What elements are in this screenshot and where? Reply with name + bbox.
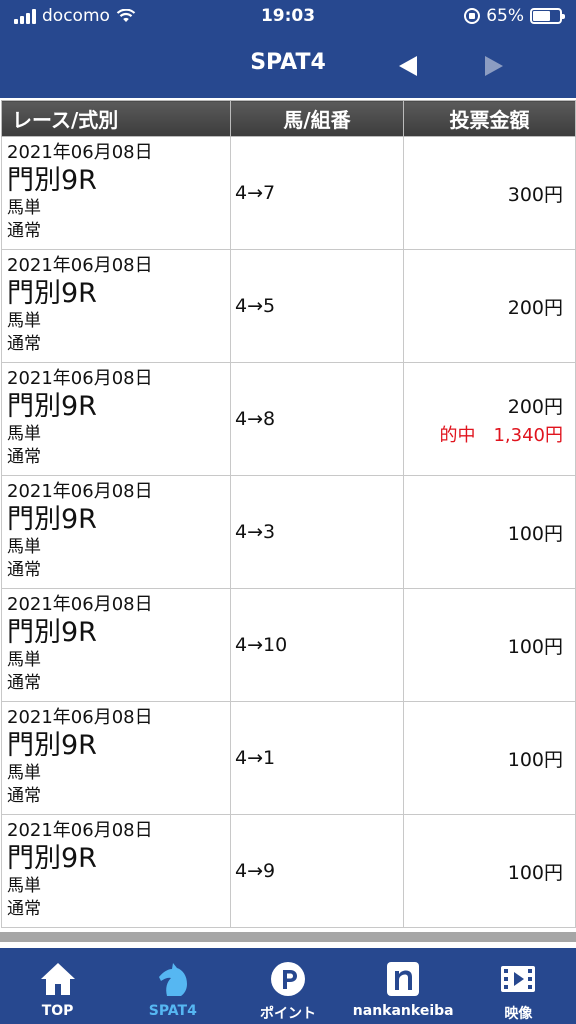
combo-cell: 4→10 (230, 588, 404, 702)
race-name: 門別9R (7, 617, 97, 648)
bet-mode: 通常 (7, 447, 41, 467)
tab-spat4[interactable]: SPAT4 (115, 948, 230, 1024)
race-date: 2021年06月08日 (7, 820, 153, 841)
bet-type: 馬単 (7, 537, 41, 557)
amount-cell: 100円 (403, 814, 576, 928)
horse-icon (158, 963, 187, 996)
race-cell: 2021年06月08日 門別9R 馬単通常 (1, 249, 231, 363)
tab-video[interactable]: 映像 (461, 948, 576, 1024)
combo-cell: 4→9 (230, 814, 404, 928)
combo-cell: 4→3 (230, 475, 404, 589)
amount-cell: 100円 (403, 701, 576, 815)
combo-cell: 4→1 (230, 701, 404, 815)
bet-amount: 100円 (507, 635, 563, 658)
hit-payout: 的中 1,340円 (439, 424, 563, 446)
bet-amount: 200円 (507, 296, 563, 319)
bet-history-table: レース/式別 馬/組番 投票金額 2021年06月08日 門別9R 馬単 通常 4→7 3… (1, 100, 576, 928)
bet-type: 馬単 (7, 424, 41, 444)
race-name: 門別9R (7, 843, 97, 874)
bet-amount: 100円 (507, 861, 563, 884)
race-cell: 2021年06月08日 門別9R 馬単通常 (1, 588, 231, 702)
table-row: 2021年06月08日 門別9R 馬単 通常 4→5 200円 (1, 249, 576, 363)
combo-cell: 4→7 (230, 136, 404, 250)
bet-mode: 通常 (7, 221, 41, 241)
race-cell: 2021年06月08日 門別9R 馬単通常 (1, 701, 231, 815)
bottom-tab-bar: TOP SPAT4 ポイント nankankeiba 映像 (0, 948, 576, 1024)
bet-type: 馬単 (7, 198, 41, 218)
race-name: 門別9R (7, 165, 97, 196)
bet-amount: 300円 (507, 183, 563, 206)
amount-cell: 200円的中 1,340円 (403, 362, 576, 476)
bet-mode: 通常 (7, 560, 41, 580)
table-row: 2021年06月08日 門別9R 馬単 通常 4→8 200円 的中 1,340円 (1, 362, 576, 476)
status-right: 65% (464, 6, 565, 26)
next-arrow-icon[interactable] (483, 54, 505, 78)
race-name: 門別9R (7, 278, 97, 309)
race-name: 門別9R (7, 730, 97, 761)
amount-cell: 100円 (403, 588, 576, 702)
combo-cell: 4→5 (230, 249, 404, 363)
bet-type: 馬単 (7, 650, 41, 670)
tab-label: ポイント (260, 1006, 316, 1022)
bet-mode: 通常 (7, 899, 41, 919)
bet-history-table-wrap: レース/式別 馬/組番 投票金額 2021年06月08日 門別9R 馬単 通常 4→7 3… (0, 100, 576, 934)
combo-cell: 4→8 (230, 362, 404, 476)
table-header-row: レース/式別 馬/組番 投票金額 (1, 100, 576, 137)
prev-arrow-icon[interactable] (397, 54, 419, 78)
battery-percent: 65% (486, 6, 524, 26)
race-cell: 2021年06月08日 門別9R 馬単通常 (1, 136, 231, 250)
race-date: 2021年06月08日 (7, 594, 153, 615)
status-bar: docomo 19:03 65% (0, 0, 576, 34)
video-icon (501, 966, 536, 992)
tab-label: nankankeiba (352, 1003, 454, 1019)
tab-nankankeiba[interactable]: nankankeiba (346, 948, 461, 1024)
n-logo-icon (387, 962, 420, 996)
scroll-divider (0, 932, 576, 942)
bet-amount: 100円 (507, 522, 563, 545)
amount-cell: 200円 (403, 249, 576, 363)
table-row: 2021年06月08日 門別9R 馬単 通常 4→3 100円 (1, 475, 576, 589)
bet-type: 馬単 (7, 763, 41, 783)
table-row: 2021年06月08日 門別9R 馬単 通常 4→10 100円 (1, 588, 576, 702)
race-cell: 2021年06月08日 門別9R 馬単通常 (1, 814, 231, 928)
table-row: 2021年06月08日 門別9R 馬単 通常 4→1 100円 (1, 701, 576, 815)
amount-cell: 100円 (403, 475, 576, 589)
bet-amount: 200円 (507, 395, 563, 418)
table-row: 2021年06月08日 門別9R 馬単 通常 4→9 100円 (1, 814, 576, 928)
rotation-lock-icon (464, 8, 481, 24)
home-icon (40, 963, 75, 995)
amount-cell: 300円 (403, 136, 576, 250)
bet-mode: 通常 (7, 334, 41, 354)
race-date: 2021年06月08日 (7, 368, 153, 389)
bet-type: 馬単 (7, 311, 41, 331)
column-header-amount: 投票金額 (403, 100, 576, 137)
tab-top[interactable]: TOP (0, 948, 115, 1024)
tab-point[interactable]: ポイント (230, 948, 345, 1024)
title-bar: SPAT4 (0, 34, 576, 98)
race-date: 2021年06月08日 (7, 255, 153, 276)
bet-mode: 通常 (7, 786, 41, 806)
table-row: 2021年06月08日 門別9R 馬単 通常 4→7 300円 (1, 136, 576, 250)
point-icon (271, 962, 305, 996)
column-header-race: レース/式別 (1, 100, 231, 137)
bet-mode: 通常 (7, 673, 41, 693)
tab-label: SPAT4 (148, 1003, 197, 1019)
top-bar: docomo 19:03 65% SPAT4 (0, 0, 576, 98)
race-date: 2021年06月08日 (7, 707, 153, 728)
column-header-combo: 馬/組番 (230, 100, 404, 137)
bet-type: 馬単 (7, 876, 41, 896)
race-cell: 2021年06月08日 門別9R 馬単通常 (1, 475, 231, 589)
battery-icon (530, 8, 565, 24)
bet-amount: 100円 (507, 748, 563, 771)
race-cell: 2021年06月08日 門別9R 馬単通常 (1, 362, 231, 476)
race-date: 2021年06月08日 (7, 481, 153, 502)
tab-label: TOP (41, 1003, 74, 1019)
race-name: 門別9R (7, 504, 97, 535)
race-date: 2021年06月08日 (7, 142, 153, 163)
tab-label: 映像 (504, 1006, 533, 1022)
race-name: 門別9R (7, 391, 97, 422)
